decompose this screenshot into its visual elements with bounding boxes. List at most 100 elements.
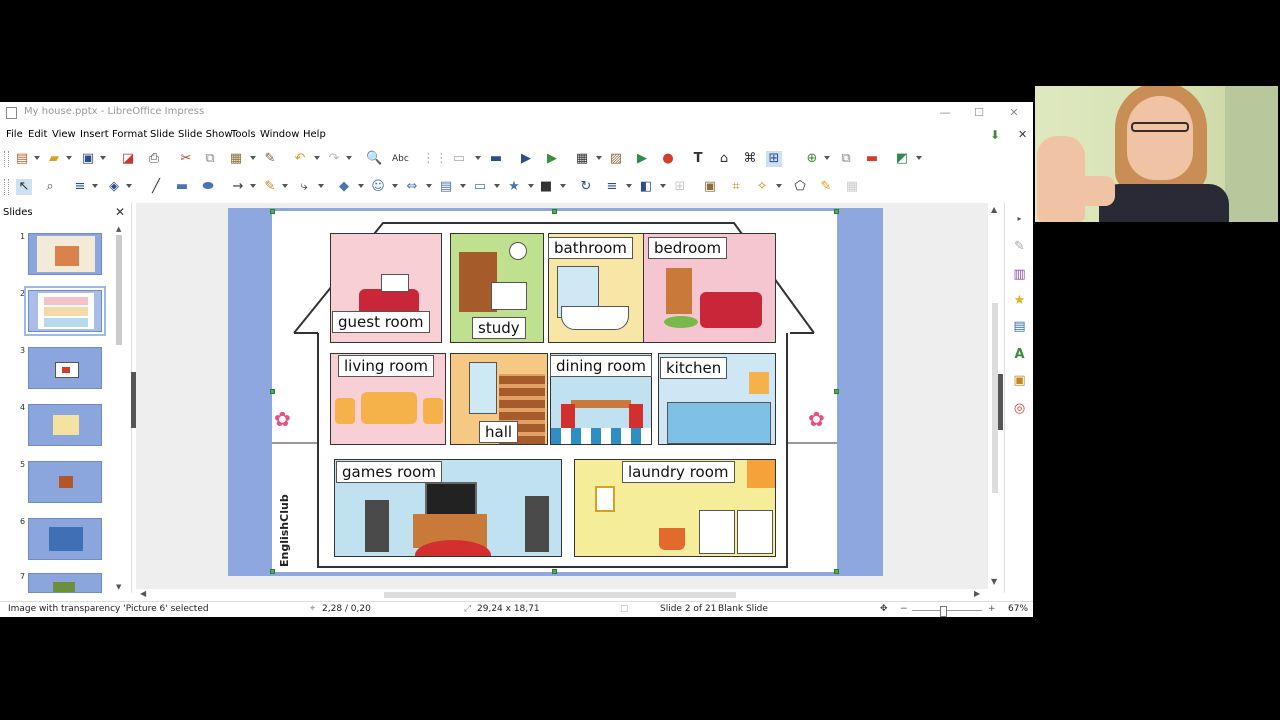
start-first-slide-icon[interactable]: ▶ — [518, 151, 534, 167]
slide-thumbnail-5[interactable] — [28, 461, 102, 503]
flowchart-icon[interactable]: ▤ — [438, 179, 454, 195]
redo-icon[interactable]: ↷ — [326, 151, 342, 167]
rectangle-icon[interactable]: ▬ — [174, 179, 190, 195]
slide-thumbnail-2[interactable] — [24, 286, 106, 336]
zoom-in-button[interactable]: + — [988, 604, 996, 614]
media-icon[interactable]: ▶ — [634, 151, 650, 167]
slide-transition-icon[interactable]: ▥ — [1012, 267, 1027, 282]
textbox-icon[interactable]: T — [690, 151, 706, 167]
paste-icon[interactable]: ▦ — [228, 151, 244, 167]
clone-formatting-icon[interactable]: ✎ — [262, 151, 278, 167]
menu-view[interactable]: View — [52, 129, 76, 140]
print-icon[interactable]: ⎙ — [146, 151, 162, 167]
display-views-icon[interactable]: ▭ — [448, 151, 470, 167]
hyperlink-icon[interactable]: ⌘ — [742, 151, 758, 167]
minimize-button[interactable]: — — [935, 104, 955, 122]
stars-icon[interactable]: ★ — [506, 179, 522, 195]
shadow-icon[interactable]: ▣ — [702, 179, 718, 195]
new-icon[interactable]: ▤ — [14, 151, 30, 167]
selection-handle[interactable] — [270, 209, 275, 214]
new-slide-icon[interactable]: ⊕ — [804, 151, 820, 167]
fontwork-icon[interactable]: ⌂ — [716, 151, 732, 167]
select-icon[interactable]: ↖ — [16, 179, 32, 195]
styles-icon[interactable]: A — [1012, 347, 1027, 362]
delete-slide-icon[interactable]: ▬ — [864, 151, 880, 167]
selection-handle[interactable] — [552, 209, 557, 214]
menu-insert[interactable]: Insert — [80, 129, 109, 140]
close-document-icon[interactable]: ✕ — [1018, 128, 1027, 141]
snap-helplines-icon[interactable]: ⊞ — [766, 151, 782, 167]
sidebar-menu-icon[interactable]: ▸ — [1012, 211, 1027, 226]
navigator-icon[interactable]: ◎ — [1012, 401, 1027, 416]
slide-thumbnail-3[interactable] — [28, 347, 102, 389]
connector-icon[interactable]: ⤷ — [296, 179, 312, 195]
arrange-icon[interactable]: ◧ — [638, 179, 654, 195]
slide-thumbnail-7[interactable] — [28, 573, 102, 593]
menu-edit[interactable]: Edit — [28, 129, 47, 140]
crop-icon[interactable]: ⌗ — [728, 179, 744, 195]
animation-icon[interactable]: ★ — [1012, 293, 1027, 308]
save-icon[interactable]: ▣ — [80, 151, 96, 167]
align-icon[interactable]: ≡ — [604, 179, 620, 195]
grid-icon[interactable]: ⋮⋮ — [422, 151, 448, 167]
master-slides-icon[interactable]: ▤ — [1012, 319, 1027, 334]
close-button[interactable]: ✕ — [1004, 104, 1024, 122]
filter-icon[interactable]: ✧ — [754, 179, 770, 195]
glue-points-icon[interactable]: ✎ — [818, 179, 834, 195]
slide-thumbnail-4[interactable] — [28, 404, 102, 446]
selection-handle[interactable] — [834, 389, 839, 394]
export-pdf-icon[interactable]: ◪ — [120, 151, 136, 167]
properties-icon[interactable]: ✎ — [1012, 239, 1027, 254]
slide-thumbnail-6[interactable] — [28, 518, 102, 560]
cut-icon[interactable]: ✂ — [178, 151, 194, 167]
symbol-shapes-icon[interactable]: ☺ — [370, 179, 386, 195]
fit-slide-icon[interactable]: ✥ — [880, 604, 888, 614]
maximize-button[interactable]: ☐ — [969, 104, 989, 122]
line-color-icon[interactable]: ≡ — [72, 179, 88, 195]
curve-icon[interactable]: ✎ — [262, 179, 278, 195]
selection-handle[interactable] — [834, 569, 839, 574]
slides-pane-scrollbar[interactable]: ▲ ▼ — [115, 225, 123, 593]
copy-icon[interactable]: ⧉ — [202, 151, 218, 167]
duplicate-slide-icon[interactable]: ⧉ — [838, 151, 854, 167]
menu-slideshow[interactable]: Slide Show — [178, 129, 233, 140]
download-icon[interactable]: ⬇ — [990, 128, 1000, 142]
rotate-icon[interactable]: ↻ — [578, 179, 594, 195]
zoom-slider[interactable] — [912, 606, 982, 617]
selection-handle[interactable] — [270, 389, 275, 394]
zoom-pan-icon[interactable]: ⌕ — [42, 179, 58, 195]
horizontal-scrollbar[interactable]: ◀ ▶ — [136, 589, 988, 601]
spelling-icon[interactable]: Abc — [392, 151, 409, 167]
selection-handle[interactable] — [552, 569, 557, 574]
table-icon[interactable]: ▦ — [574, 151, 590, 167]
start-current-slide-icon[interactable]: ▶ — [544, 151, 560, 167]
menu-format[interactable]: Format — [112, 129, 147, 140]
fill-color-icon[interactable]: ◈ — [106, 179, 122, 195]
menu-slide[interactable]: Slide — [150, 129, 174, 140]
selection-handle[interactable] — [270, 569, 275, 574]
selection-handle[interactable] — [834, 209, 839, 214]
block-arrows-icon[interactable]: ⇔ — [404, 179, 420, 195]
slide-canvas[interactable]: guest room study bathroom bedroom living… — [228, 208, 883, 576]
slide-thumbnail-1[interactable] — [28, 233, 102, 275]
house-picture[interactable]: guest room study bathroom bedroom living… — [272, 211, 837, 572]
chart-icon[interactable]: ● — [660, 151, 676, 167]
distribute-icon[interactable]: ⊞ — [672, 179, 688, 195]
right-sidebar-toggle[interactable] — [998, 374, 1003, 430]
slide-layout-icon[interactable]: ◩ — [894, 151, 910, 167]
open-icon[interactable]: ▰ — [46, 151, 62, 167]
master-slide-icon[interactable]: ▬ — [488, 151, 504, 167]
menu-file[interactable]: File — [6, 129, 23, 140]
menu-help[interactable]: Help — [303, 129, 326, 140]
zoom-level[interactable]: 67% — [1008, 604, 1028, 614]
menu-window[interactable]: Window — [260, 129, 299, 140]
slides-pane-close-icon[interactable]: ✕ — [115, 205, 125, 219]
basic-shapes-icon[interactable]: ◆ — [336, 179, 352, 195]
undo-icon[interactable]: ↶ — [292, 151, 308, 167]
zoom-out-button[interactable]: − — [900, 604, 908, 614]
callouts-icon[interactable]: ▭ — [472, 179, 488, 195]
line-tool-icon[interactable]: ╱ — [148, 179, 164, 195]
menu-tools[interactable]: Tools — [231, 129, 256, 140]
find-replace-icon[interactable]: 🔍 — [366, 151, 382, 167]
ellipse-icon[interactable]: ⬬ — [200, 179, 216, 195]
